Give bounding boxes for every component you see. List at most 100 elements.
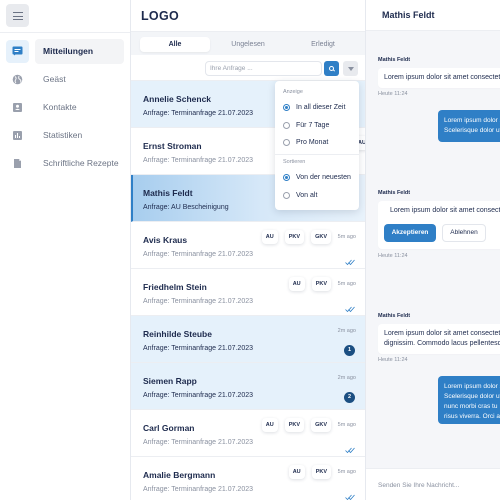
message-line: Lorem ipsum dolor sit — [444, 383, 500, 390]
request-subject: Anfrage: Terminanfrage 21.07.2023 — [143, 110, 254, 117]
incoming-message: Lorem ipsum dolor sit amet consectetur — [378, 68, 500, 88]
message-sender: Mathis Feldt — [378, 313, 411, 319]
sidebar-item-geast[interactable]: Geäst — [0, 67, 131, 95]
message-input[interactable] — [378, 477, 496, 493]
message-age: 5m ago — [337, 469, 356, 475]
contact-name: Reinhilde Steube — [143, 329, 212, 339]
insurance-tag: PKV — [311, 465, 331, 479]
search-input[interactable] — [205, 61, 322, 76]
display-heading: Anzeige — [283, 89, 303, 95]
insurance-tag: AU — [261, 418, 278, 432]
outgoing-message: Lorem ipsum dolor sit Scelerisque dolor … — [438, 376, 500, 424]
message-list-panel: LOGO Alle Ungelesen Erledigt Annelie Sch… — [131, 0, 366, 500]
search-button[interactable] — [324, 61, 339, 76]
message-line: risus viverra. Orci a — [444, 413, 500, 420]
insurance-tag: PKV — [284, 230, 305, 244]
message-line: Lorem ipsum dolor sit — [444, 117, 500, 124]
incoming-message: Lorem ipsum dolor sit amet consectetur d… — [378, 324, 500, 354]
logo: LOGO — [141, 9, 180, 23]
display-option-7-days[interactable]: Für 7 Tage — [283, 122, 329, 129]
option-label: Für 7 Tage — [296, 122, 330, 129]
message-time: Heute 11:24 — [378, 357, 408, 363]
contact-name: Carl Gorman — [143, 423, 195, 433]
contact-name: Mathis Feldt — [143, 188, 193, 198]
message-line: Scelerisque dolor ut — [444, 393, 500, 400]
tag-group: AU PKV — [288, 277, 331, 291]
divider — [275, 154, 359, 155]
tag-group: AU PKV — [288, 465, 331, 479]
sidebar-item-label: Geäst — [43, 74, 66, 84]
display-option-all-time[interactable]: In all dieser Zeit — [283, 104, 345, 111]
divider — [0, 32, 130, 33]
conversation-row[interactable]: Avis Kraus Anfrage: Terminanfrage 21.07.2… — [131, 222, 365, 269]
message-age: 2m ago — [337, 375, 356, 381]
conversation-row[interactable]: Amalie Bergmann Anfrage: Terminanfrage 21… — [131, 457, 365, 500]
sort-option-oldest[interactable]: Von alt — [283, 192, 317, 199]
message-line: Lorem ipsum dolor sit amet consectetur — [384, 74, 500, 81]
globe-icon — [6, 68, 29, 91]
tag-group: AU PKV GKV — [261, 230, 331, 244]
radio-icon — [283, 139, 290, 146]
unread-count-badge: 1 — [344, 345, 355, 356]
message-icon — [6, 40, 29, 63]
message-time: Heute 11:24 — [378, 253, 408, 259]
tab-erledigt[interactable]: Erledigt — [288, 37, 358, 52]
sidebar-item-label: Mitteilungen — [35, 39, 124, 64]
sidebar-item-label: Kontakte — [43, 102, 77, 112]
sidebar-item-mitteilungen[interactable]: Mitteilungen — [0, 39, 131, 67]
sidebar-nav: Mitteilungen Geäst Kontakte Statistiken … — [0, 39, 131, 179]
incoming-request-message: Lorem ipsum dolor sit amet consectetur A… — [378, 201, 500, 249]
sidebar-item-kontakte[interactable]: Kontakte — [0, 95, 131, 123]
message-line: dignissim. Commodo lacus pellentesque — [384, 340, 500, 347]
request-subject: Anfrage: Terminanfrage 21.07.2023 — [143, 157, 254, 164]
sort-option-newest[interactable]: Von der neuesten — [283, 174, 351, 181]
insurance-tag: AU — [288, 277, 305, 291]
chat-header: Mathis Feldt — [366, 0, 500, 31]
search-bar — [131, 55, 365, 81]
compose-bar — [366, 468, 500, 500]
request-subject: Anfrage: Terminanfrage 21.07.2023 — [143, 392, 254, 399]
message-time: Heute 11:24 — [378, 91, 408, 97]
sidebar: Mitteilungen Geäst Kontakte Statistiken … — [0, 0, 131, 500]
display-option-per-month[interactable]: Pro Monat — [283, 139, 328, 146]
contact-name: Siemen Rapp — [143, 376, 197, 386]
menu-toggle-button[interactable] — [6, 4, 29, 27]
request-subject: Anfrage: Terminanfrage 21.07.2023 — [143, 298, 254, 305]
conversation-row[interactable]: Friedhelm Stein Anfrage: Terminanfrage 21… — [131, 269, 365, 316]
tab-alle[interactable]: Alle — [140, 37, 210, 52]
decline-button[interactable]: Ablehnen — [442, 224, 486, 242]
contact-name: Amalie Bergmann — [143, 470, 216, 480]
sidebar-item-statistiken[interactable]: Statistiken — [0, 123, 131, 151]
double-check-icon — [345, 253, 355, 266]
conversation-row[interactable]: Reinhilde Steube Anfrage: Terminanfrage 2… — [131, 316, 365, 363]
document-icon — [6, 152, 29, 175]
unread-count-badge: 2 — [344, 392, 355, 403]
sidebar-item-label: Schriftliche Rezepte — [43, 158, 119, 168]
hamburger-icon — [12, 11, 23, 20]
tab-ungelesen[interactable]: Ungelesen — [213, 37, 283, 52]
filter-button[interactable] — [343, 61, 358, 76]
accept-button[interactable]: Akzeptieren — [384, 224, 436, 242]
insurance-tag: AU — [261, 230, 278, 244]
insurance-tag: AU — [288, 465, 305, 479]
conversation-row[interactable]: Siemen Rapp Anfrage: Terminanfrage 21.07.… — [131, 363, 365, 410]
sidebar-item-label: Statistiken — [43, 130, 83, 140]
insurance-tag: PKV — [284, 418, 305, 432]
conversation-row[interactable]: Carl Gorman Anfrage: Terminanfrage 21.07.… — [131, 410, 365, 457]
option-label: Pro Monat — [296, 139, 329, 146]
filter-tabs: Alle Ungelesen Erledigt — [131, 31, 365, 55]
message-sender: Mathis Feldt — [378, 57, 411, 63]
request-subject: Anfrage: Terminanfrage 21.07.2023 — [143, 439, 254, 446]
message-age: 5m ago — [337, 281, 356, 287]
filter-icon — [347, 66, 354, 71]
message-age: 2m ago — [337, 328, 356, 334]
sort-heading: Sortieren — [283, 159, 306, 165]
radio-selected-icon — [283, 174, 290, 181]
option-label: In all dieser Zeit — [296, 104, 346, 111]
radio-icon — [283, 122, 290, 129]
contact-name: Avis Kraus — [143, 235, 188, 245]
contact-name: Annelie Schenck — [143, 94, 212, 104]
message-line: Scelerisque dolor ut — [444, 127, 500, 134]
sidebar-item-schriftliche-rezepte[interactable]: Schriftliche Rezepte — [0, 151, 131, 179]
bar-chart-icon — [6, 124, 29, 147]
